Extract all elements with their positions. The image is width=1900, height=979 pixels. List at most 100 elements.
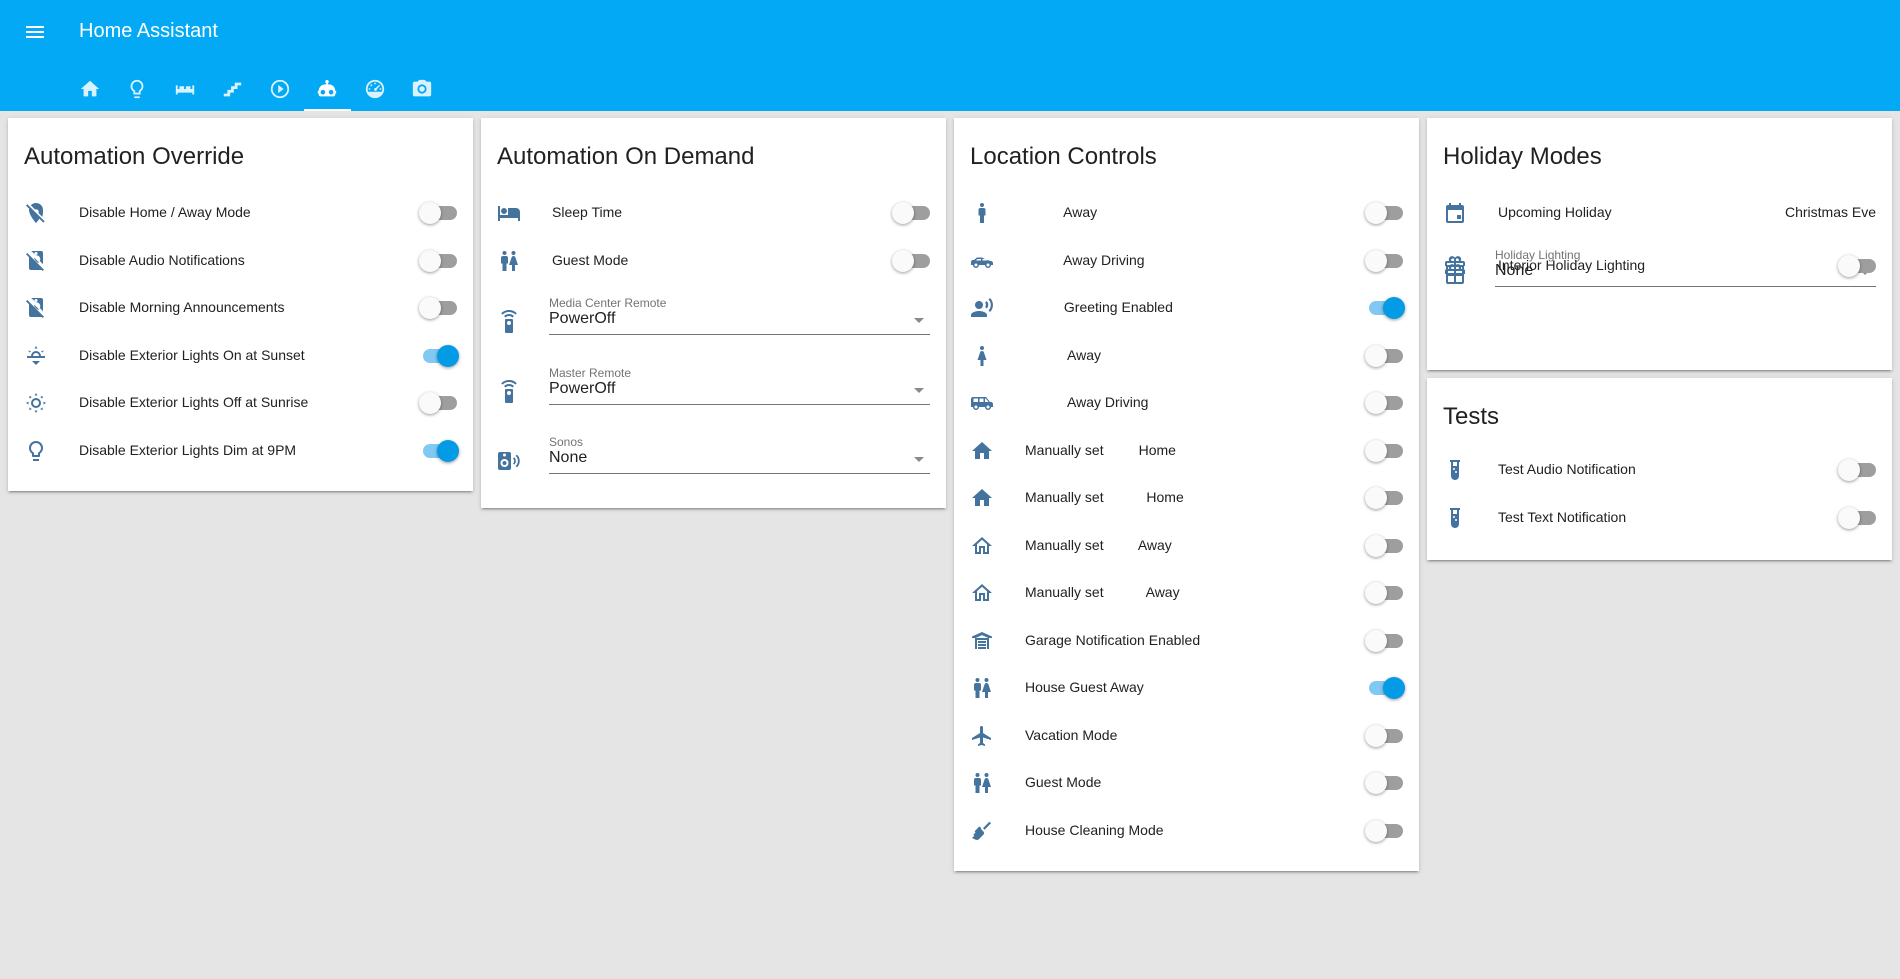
gauge-icon bbox=[365, 79, 384, 98]
toggle-switch[interactable] bbox=[1365, 202, 1403, 224]
tab-living[interactable] bbox=[161, 66, 209, 111]
select-underline bbox=[549, 334, 930, 335]
human-male-female-icon bbox=[970, 676, 994, 700]
sensor-row-upcoming-holiday[interactable]: Upcoming Holiday Christmas Eve bbox=[1427, 193, 1892, 233]
sensor-label: Upcoming Holiday bbox=[1498, 204, 1612, 220]
toggle-switch[interactable] bbox=[1365, 724, 1403, 747]
input-select[interactable]: Sonos None bbox=[549, 427, 930, 483]
tab-gauges[interactable] bbox=[351, 66, 399, 111]
tab-home[interactable] bbox=[66, 66, 114, 111]
toggle-row: Test Audio Notification bbox=[1427, 450, 1892, 490]
toggle-knob bbox=[1838, 506, 1860, 529]
toggle-switch[interactable] bbox=[1365, 772, 1403, 794]
toggle-switch[interactable] bbox=[1365, 344, 1403, 367]
camera-icon bbox=[413, 79, 432, 96]
toggle-row: Manually set Away bbox=[954, 526, 1419, 566]
toggle-knob bbox=[1365, 439, 1387, 462]
toggle-knob bbox=[1838, 459, 1860, 481]
sensor-value: Christmas Eve bbox=[1784, 204, 1876, 220]
toggle-row: Disable Audio Notifications bbox=[8, 241, 473, 281]
card-automation-on-demand: Automation On Demand Sleep Time Guest Mod… bbox=[481, 118, 946, 508]
toggle-switch[interactable] bbox=[1365, 534, 1403, 557]
toggle-switch[interactable] bbox=[1838, 506, 1876, 529]
dropdown-arrow-icon bbox=[914, 387, 924, 393]
sofa-icon bbox=[175, 84, 194, 94]
toggle-switch[interactable] bbox=[1365, 249, 1403, 272]
toggle-switch[interactable] bbox=[419, 297, 457, 319]
tab-media[interactable] bbox=[256, 66, 304, 111]
toggle-knob bbox=[1383, 297, 1405, 319]
bed-icon bbox=[497, 201, 521, 225]
map-marker-off-icon bbox=[24, 201, 48, 225]
select-underline bbox=[549, 403, 930, 405]
home-outline-icon bbox=[970, 534, 994, 558]
select-underline bbox=[1495, 286, 1876, 287]
toggle-switch[interactable] bbox=[1838, 255, 1876, 277]
speaker-wireless-icon bbox=[497, 449, 521, 473]
human-male-female-icon bbox=[497, 249, 521, 273]
toggle-knob bbox=[1365, 629, 1387, 652]
card-tests: Tests Test Audio Notification Test Text N… bbox=[1427, 378, 1892, 560]
toggle-switch[interactable] bbox=[421, 439, 459, 462]
toggle-row: Away bbox=[954, 336, 1419, 376]
select-value: PowerOff bbox=[549, 310, 616, 327]
tab-lights[interactable] bbox=[114, 66, 162, 111]
toggle-knob bbox=[1838, 255, 1860, 277]
toggle-label: Away Driving bbox=[1025, 251, 1145, 268]
toggle-switch[interactable] bbox=[419, 202, 457, 224]
card-title: Tests bbox=[1443, 403, 1500, 430]
toggle-switch[interactable] bbox=[1365, 582, 1403, 604]
toggle-switch[interactable] bbox=[892, 202, 930, 224]
airplane-icon bbox=[970, 724, 994, 748]
menu-icon-bar bbox=[26, 31, 44, 33]
toggle-row: Manually set Home bbox=[954, 431, 1419, 471]
toggle-switch[interactable] bbox=[419, 392, 457, 414]
toggle-knob bbox=[1365, 819, 1387, 842]
toggle-label: Manually set Home bbox=[1025, 489, 1184, 505]
tab-automation[interactable] bbox=[303, 66, 352, 111]
toggle-label: Manually set Away bbox=[1025, 584, 1180, 600]
toggle-switch[interactable] bbox=[1367, 677, 1405, 699]
toggle-label: Disable Exterior Lights Off at Sunrise bbox=[79, 394, 309, 410]
toggle-switch[interactable] bbox=[1365, 629, 1403, 652]
test-tube-icon bbox=[1443, 506, 1467, 530]
home-icon bbox=[80, 80, 99, 96]
toggle-switch[interactable] bbox=[1838, 459, 1876, 481]
tab-cameras[interactable] bbox=[399, 66, 447, 111]
toggle-switch[interactable] bbox=[419, 249, 457, 272]
toggle-switch[interactable] bbox=[1367, 297, 1405, 319]
select-value: None bbox=[549, 449, 588, 466]
human-female-icon bbox=[970, 344, 994, 368]
toggle-switch[interactable] bbox=[1365, 819, 1403, 842]
toggle-label: Manually set Away bbox=[1025, 536, 1172, 553]
toggle-switch[interactable] bbox=[1365, 392, 1403, 414]
toggle-switch[interactable] bbox=[421, 344, 459, 367]
toggle-label: Sleep Time bbox=[552, 204, 623, 220]
select-row: Sonos None bbox=[481, 427, 946, 487]
card-automation-override: Automation Override Disable Home / Away … bbox=[8, 118, 473, 491]
toggle-knob bbox=[419, 202, 441, 224]
toggle-switch[interactable] bbox=[892, 249, 930, 272]
card-title: Automation Override bbox=[24, 143, 245, 170]
menu-button[interactable] bbox=[22, 18, 50, 46]
tab-stairs[interactable] bbox=[209, 66, 257, 111]
toggle-knob bbox=[892, 249, 914, 272]
play-circle-icon bbox=[270, 79, 289, 98]
lightbulb-outline-icon bbox=[24, 439, 48, 463]
input-select[interactable]: Media Center Remote PowerOff bbox=[549, 288, 930, 344]
app-toolbar: Home Assistant bbox=[0, 0, 1900, 111]
garage-icon bbox=[970, 629, 994, 653]
toggle-label: House Guest Away bbox=[1025, 679, 1144, 695]
toggle-label: Away bbox=[1025, 346, 1101, 363]
toggle-switch[interactable] bbox=[1365, 439, 1403, 462]
account-voice-icon bbox=[970, 296, 994, 320]
toggle-switch[interactable] bbox=[1365, 487, 1403, 509]
input-select[interactable]: Master Remote PowerOff bbox=[549, 358, 930, 414]
toggle-knob bbox=[437, 344, 459, 367]
gift-icon bbox=[1443, 254, 1467, 278]
toggle-label: Away bbox=[1025, 204, 1098, 220]
toggle-label: Disable Audio Notifications bbox=[79, 251, 245, 268]
toggle-label: Disable Morning Announcements bbox=[79, 299, 285, 315]
select-label: Sonos bbox=[549, 435, 584, 449]
select-label: Master Remote bbox=[549, 365, 632, 380]
